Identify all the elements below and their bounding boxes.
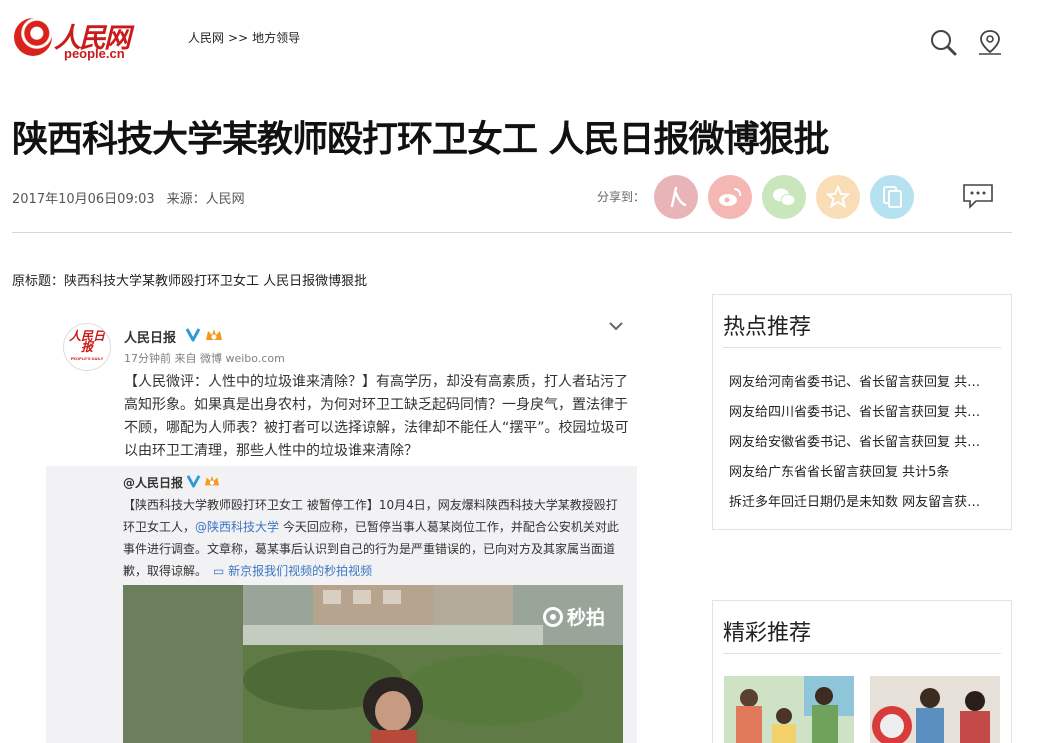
search-icon[interactable]	[929, 28, 957, 56]
weibo-username[interactable]: 人民日报	[124, 327, 176, 346]
logo-mark-icon	[14, 18, 52, 56]
people-logo[interactable]: 人民网 people.cn	[14, 16, 132, 64]
article-source[interactable]: 来源：人民网	[167, 192, 245, 207]
avatar-logo-text: 人民日报	[68, 328, 105, 354]
article-title: 陕西科技大学某教师殴打环卫女工 人民日报微博狠批	[12, 119, 830, 160]
vip-crown-icon	[205, 475, 219, 486]
list-item[interactable]: 网友给安徽省委书记、省长留言获回复 共计4条	[729, 431, 991, 450]
verified-icon	[185, 328, 201, 342]
breadcrumb: 人民网 >> 地方领导	[188, 29, 300, 46]
miaopai-watermark: 秒拍	[542, 603, 605, 630]
vip-crown-icon	[206, 329, 222, 340]
featured-panel: 精彩推荐	[712, 600, 1012, 743]
hot-recommend-panel: 热点推荐 网友给河南省委书记、省长留言获回复 共计6条 网友给四川省委书记、省长…	[712, 294, 1012, 530]
share-weibo-button[interactable]	[708, 175, 752, 219]
title-divider	[12, 232, 1012, 233]
video-link-icon: ▭	[213, 564, 229, 578]
avatar[interactable]: 人民日报 PEOPLE'S DAILY	[63, 323, 111, 371]
panel-divider	[723, 347, 1001, 348]
hot-recommend-title: 热点推荐	[723, 315, 812, 340]
repost-text: 【陕西科技大学教师殴打环卫女工 被暂停工作】10月4日，网友爆料陕西科技大学某教…	[123, 494, 623, 582]
breadcrumb-section-link[interactable]: 地方领导	[252, 31, 300, 45]
chevron-down-icon[interactable]	[606, 318, 626, 334]
repost-card: @人民日报 【陕西科技大学教师殴打环卫女工 被暂停工作】10月4日，网友爆料陕西…	[46, 466, 637, 743]
list-item[interactable]: 网友给河南省委书记、省长留言获回复 共计6条	[729, 371, 991, 390]
location-icon[interactable]	[976, 28, 1004, 56]
share-copy-button[interactable]	[870, 175, 914, 219]
panel-divider	[723, 653, 1001, 654]
repost-username[interactable]: @人民日报	[123, 474, 183, 491]
miaopai-icon	[542, 606, 563, 627]
publish-date: 2017年10月06日09:03	[12, 192, 155, 207]
people-icon	[670, 186, 687, 208]
article-meta: 2017年10月06日09:03 来源：人民网	[12, 188, 245, 207]
featured-thumbnail[interactable]	[870, 676, 1000, 743]
verified-icon	[186, 475, 201, 488]
list-item[interactable]: 网友给四川省委书记、省长留言获回复 共计5条	[729, 401, 991, 420]
featured-title: 精彩推荐	[723, 621, 812, 646]
list-item[interactable]: 网友给广东省省长留言获回复 共计5条	[729, 461, 991, 480]
share-wechat-button[interactable]	[762, 175, 806, 219]
post-time: 17分钟前 来自 微博 weibo.com	[124, 352, 285, 365]
comment-icon[interactable]	[962, 183, 994, 209]
breadcrumb-home-link[interactable]: 人民网	[188, 31, 224, 45]
mention-link[interactable]: @陕西科技大学	[195, 520, 279, 534]
copy-icon	[883, 186, 902, 208]
featured-image	[724, 676, 854, 743]
list-item[interactable]: 拆迁多年回迁日期仍是未知数 网友留言获回复	[729, 491, 991, 510]
miaopai-text: 秒拍	[566, 607, 605, 629]
avatar-logo-subtext: PEOPLE'S DAILY	[70, 355, 104, 361]
logo-domain: people.cn	[64, 46, 125, 61]
wechat-icon	[773, 188, 796, 206]
video-link-text: 新京报我们视频的秒拍视频	[228, 564, 373, 578]
share-favorite-button[interactable]	[816, 175, 860, 219]
star-icon	[826, 185, 850, 209]
breadcrumb-separator: >>	[228, 31, 249, 45]
featured-thumbnail[interactable]	[724, 676, 854, 743]
weibo-post-text: 【人民微评：人性中的垃圾谁来清除？】有高学历，却没有高素质，打人者玷污了高知形象…	[124, 374, 629, 459]
share-people-button[interactable]	[654, 175, 698, 219]
video-link[interactable]: ▭ 新京报我们视频的秒拍视频	[213, 564, 372, 578]
featured-image	[870, 676, 1000, 743]
original-title: 原标题：陕西科技大学某教师殴打环卫女工 人民日报微博狠批	[12, 274, 368, 289]
video-player[interactable]: 秒拍	[123, 585, 623, 743]
share-label: 分享到：	[597, 190, 646, 204]
weibo-icon	[719, 188, 742, 206]
